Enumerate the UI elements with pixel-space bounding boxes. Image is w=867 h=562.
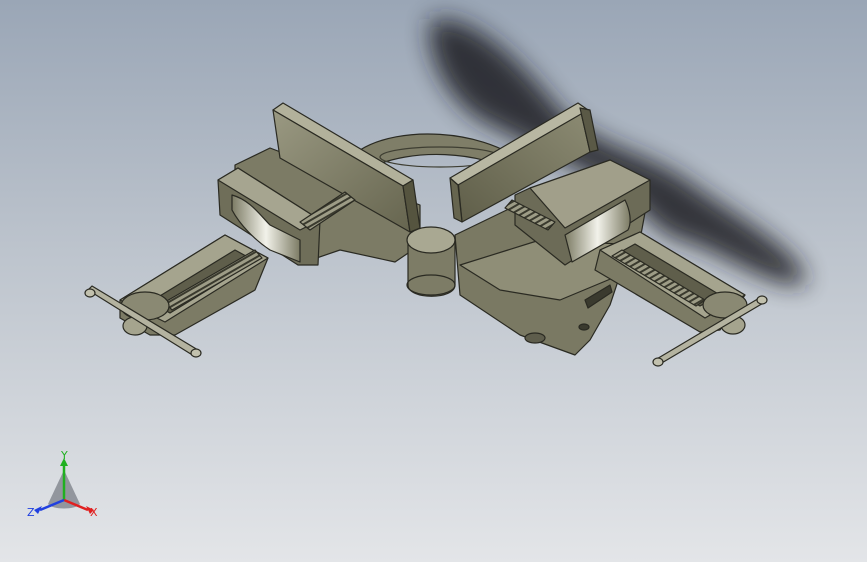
clamp-body[interactable] [84, 102, 768, 367]
view-triad[interactable]: Y X Z [27, 449, 98, 519]
right-plate-foot [524, 332, 546, 344]
y-axis-label: Y [60, 449, 68, 462]
z-axis-label: Z [27, 506, 35, 519]
graphics-viewport[interactable]: Y X Z [0, 0, 867, 562]
left-handle-knob-b[interactable] [190, 348, 202, 358]
x-axis-label: X [90, 506, 98, 519]
right-plate-hole [578, 323, 590, 331]
corner-clamp-model[interactable]: Y X Z [0, 0, 867, 562]
right-handle-knob-b[interactable] [756, 295, 768, 305]
left-end-cap [120, 291, 170, 321]
center-post-top [406, 226, 456, 254]
left-handle-knob-a[interactable] [84, 288, 96, 298]
right-handle-knob-a[interactable] [652, 357, 664, 367]
